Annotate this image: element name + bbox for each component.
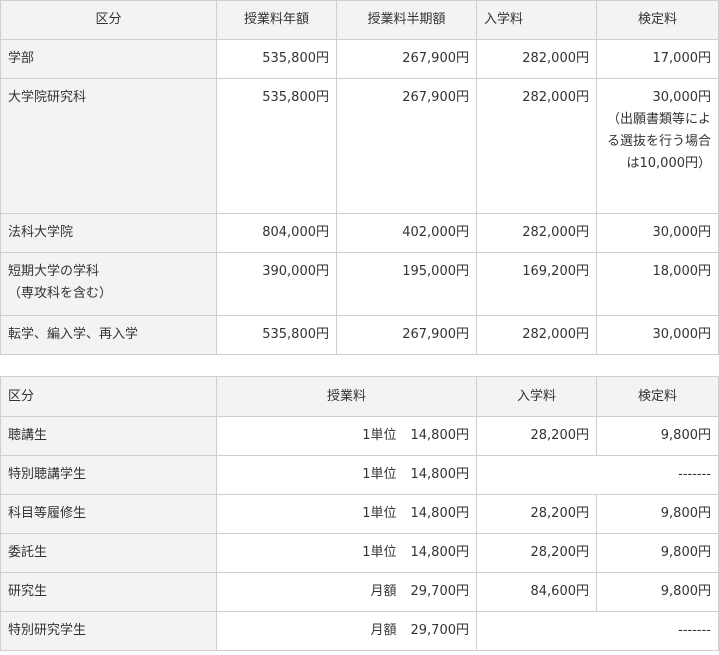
header-category: 区分 <box>0 0 217 40</box>
exam-fee-note: （出願書類等による選抜を行う場合は10,000円） <box>606 112 711 171</box>
annual-tuition-value: 535,800円 <box>216 39 337 79</box>
table-row: 科目等履修生 1単位 14,800円 28,200円 9,800円 <box>0 494 719 534</box>
row-category-note: （専攻科を含む） <box>8 286 113 301</box>
tuition-cell: 1単位 14,800円 <box>216 416 477 456</box>
row-category: 転学、編入学、再入学 <box>0 315 217 355</box>
half-tuition-value: 402,000円 <box>336 213 477 253</box>
table-row: 特別聴講学生 1単位 14,800円 ------- <box>0 455 719 495</box>
row-category: 大学院研究科 <box>0 78 217 214</box>
tuition-unit: 1単位 <box>362 467 397 482</box>
admission-fee-value: 28,200円 <box>476 416 597 456</box>
admission-fee-value: 84,600円 <box>476 572 597 612</box>
half-tuition-value: 267,900円 <box>336 39 477 79</box>
admission-fee-value: 169,200円 <box>476 252 597 316</box>
table-row: 短期大学の学科 （専攻科を含む） 390,000円 195,000円 169,2… <box>0 252 719 316</box>
tuition-unit: 月額 <box>370 584 397 599</box>
not-applicable-cell: ------- <box>476 611 719 651</box>
table-row: 転学、編入学、再入学 535,800円 267,900円 282,000円 30… <box>0 315 719 355</box>
annual-tuition-value: 390,000円 <box>216 252 337 316</box>
tuition-cell: 1単位 14,800円 <box>216 455 477 495</box>
table-row: 学部 535,800円 267,900円 282,000円 17,000円 <box>0 39 719 79</box>
header-exam-fee: 検定料 <box>596 0 719 40</box>
tuition-unit: 1単位 <box>362 506 397 521</box>
table-row: 特別研究学生 月額 29,700円 ------- <box>0 611 719 651</box>
exam-fee-value: 9,800円 <box>596 572 719 612</box>
annual-tuition-value: 535,800円 <box>216 78 337 214</box>
tuition-cell: 1単位 14,800円 <box>216 494 477 534</box>
row-category: 特別聴講学生 <box>0 455 217 495</box>
tuition-value: 14,800円 <box>410 428 470 443</box>
exam-fee-value: 30,000円 <box>596 315 719 355</box>
header-annual-tuition: 授業料年額 <box>216 0 337 40</box>
row-category: 短期大学の学科 <box>8 264 100 279</box>
tuition-value: 14,800円 <box>410 545 470 560</box>
half-tuition-value: 267,900円 <box>336 315 477 355</box>
table-row: 法科大学院 804,000円 402,000円 282,000円 30,000円 <box>0 213 719 253</box>
auditor-fees-table: 区分 授業料 入学料 検定料 聴講生 1単位 14,800円 28,200円 9,… <box>0 376 719 651</box>
exam-fee-value: 30,000円 <box>596 213 719 253</box>
admission-fee-value: 282,000円 <box>476 213 597 253</box>
tuition-value: 14,800円 <box>410 467 470 482</box>
exam-fee-value: 9,800円 <box>596 533 719 573</box>
admission-fee-value: 28,200円 <box>476 533 597 573</box>
half-tuition-value: 267,900円 <box>336 78 477 214</box>
half-tuition-value: 195,000円 <box>336 252 477 316</box>
table-row: 研究生 月額 29,700円 84,600円 9,800円 <box>0 572 719 612</box>
annual-tuition-value: 804,000円 <box>216 213 337 253</box>
header-tuition: 授業料 <box>216 376 477 417</box>
tuition-cell: 1単位 14,800円 <box>216 533 477 573</box>
exam-fee-value: 17,000円 <box>596 39 719 79</box>
row-category: 法科大学院 <box>0 213 217 253</box>
tuition-cell: 月額 29,700円 <box>216 611 477 651</box>
not-applicable-cell: ------- <box>476 455 719 495</box>
tuition-cell: 月額 29,700円 <box>216 572 477 612</box>
header-admission-fee: 入学料 <box>476 376 597 417</box>
row-category: 科目等履修生 <box>0 494 217 534</box>
exam-fee-value: 9,800円 <box>596 416 719 456</box>
row-category: 委託生 <box>0 533 217 573</box>
tuition-fees-table: 区分 授業料年額 授業料半期額 入学料 検定料 学部 535,800円 267,… <box>0 0 719 355</box>
admission-fee-value: 282,000円 <box>476 39 597 79</box>
tuition-value: 14,800円 <box>410 506 470 521</box>
exam-fee-cell: 30,000円 （出願書類等による選抜を行う場合は10,000円） <box>596 78 719 214</box>
admission-fee-value: 282,000円 <box>476 315 597 355</box>
table-row: 聴講生 1単位 14,800円 28,200円 9,800円 <box>0 416 719 456</box>
annual-tuition-value: 535,800円 <box>216 315 337 355</box>
tuition-value: 29,700円 <box>410 623 470 638</box>
header-half-tuition: 授業料半期額 <box>336 0 477 40</box>
tuition-unit: 1単位 <box>362 428 397 443</box>
exam-fee-value: 18,000円 <box>596 252 719 316</box>
header-category: 区分 <box>0 376 217 417</box>
admission-fee-value: 28,200円 <box>476 494 597 534</box>
table-row: 委託生 1単位 14,800円 28,200円 9,800円 <box>0 533 719 573</box>
header-admission-fee: 入学料 <box>476 0 597 40</box>
tuition-value: 29,700円 <box>410 584 470 599</box>
exam-fee-value: 30,000円 <box>652 90 712 105</box>
exam-fee-value: 9,800円 <box>596 494 719 534</box>
table-header-row: 区分 授業料 入学料 検定料 <box>0 376 719 417</box>
row-category: 聴講生 <box>0 416 217 456</box>
row-category: 学部 <box>0 39 217 79</box>
row-category-cell: 短期大学の学科 （専攻科を含む） <box>0 252 217 316</box>
row-category: 特別研究学生 <box>0 611 217 651</box>
admission-fee-value: 282,000円 <box>476 78 597 214</box>
table-header-row: 区分 授業料年額 授業料半期額 入学料 検定料 <box>0 0 719 40</box>
tuition-unit: 1単位 <box>362 545 397 560</box>
header-exam-fee: 検定料 <box>596 376 719 417</box>
row-category: 研究生 <box>0 572 217 612</box>
tuition-unit: 月額 <box>370 623 397 638</box>
table-row: 大学院研究科 535,800円 267,900円 282,000円 30,000… <box>0 78 719 214</box>
